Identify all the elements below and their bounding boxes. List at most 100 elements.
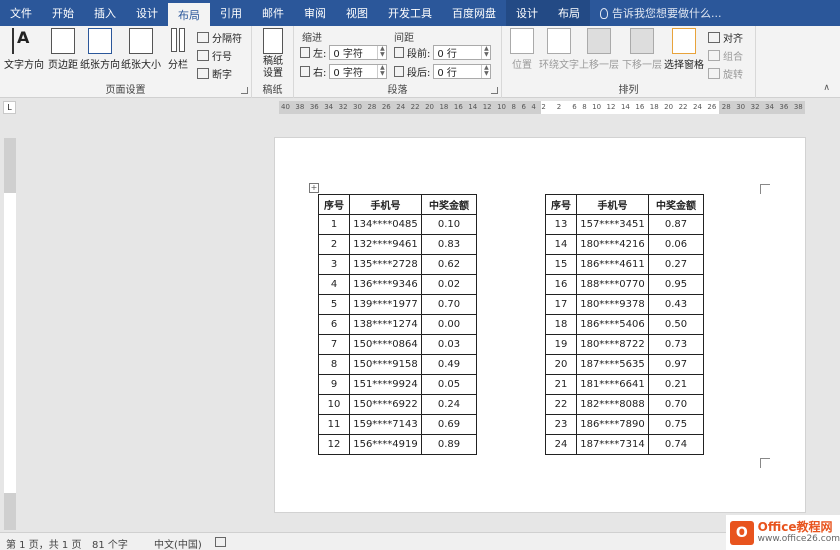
table-cell[interactable]: 180****4216 [576, 234, 649, 255]
table-cell[interactable]: 0.70 [648, 394, 704, 415]
table-cell[interactable]: 188****0770 [576, 274, 649, 295]
column-header[interactable]: 中奖金额 [421, 194, 477, 215]
table-cell[interactable]: 0.49 [421, 354, 477, 375]
indent-right-input[interactable]: 0 字符 ▲ ▼ [329, 64, 388, 79]
spin-arrows-icon[interactable]: ▲ ▼ [481, 65, 490, 78]
table-cell[interactable]: 0.87 [648, 214, 704, 235]
tab-6[interactable]: 邮件 [252, 0, 294, 26]
table-cell[interactable]: 151****9924 [349, 374, 422, 395]
hyphenation-button[interactable]: 断字 [197, 66, 232, 81]
table-cell[interactable]: 0.10 [421, 214, 477, 235]
table-cell[interactable]: 20 [545, 354, 577, 375]
spin-arrows-icon[interactable]: ▲ ▼ [481, 46, 490, 59]
breaks-button[interactable]: 分隔符 [197, 30, 242, 45]
tab-5[interactable]: 引用 [210, 0, 252, 26]
page-count[interactable]: 第 1 页，共 1 页 [6, 536, 81, 550]
table-cell[interactable]: 8 [318, 354, 350, 375]
page-setup-launcher[interactable] [241, 87, 248, 94]
table-cell[interactable]: 18 [545, 314, 577, 335]
bring-forward-button[interactable]: 上移一层 [579, 28, 619, 71]
table-cell[interactable]: 11 [318, 414, 350, 435]
spacing-before-input[interactable]: 0 行 ▲ ▼ [433, 45, 492, 60]
table-cell[interactable]: 12 [318, 434, 350, 455]
table-cell[interactable]: 180****9378 [576, 294, 649, 315]
table-cell[interactable]: 159****7143 [349, 414, 422, 435]
table-cell[interactable]: 24 [545, 434, 577, 455]
columns-button[interactable]: 分栏 [166, 28, 190, 71]
table-cell[interactable]: 187****7314 [576, 434, 649, 455]
table-cell[interactable]: 0.00 [421, 314, 477, 335]
winners-table-1[interactable]: 序号 手机号 中奖金额 1 134****0485 0.10 2 132****9461 0.8… [318, 194, 477, 455]
table-cell[interactable]: 0.70 [421, 294, 477, 315]
table-cell[interactable]: 180****8722 [576, 334, 649, 355]
table-move-handle-icon[interactable]: + [309, 183, 319, 193]
table-cell[interactable]: 0.62 [421, 254, 477, 275]
table-cell[interactable]: 0.97 [648, 354, 704, 375]
table-cell[interactable]: 0.73 [648, 334, 704, 355]
tab-8[interactable]: 视图 [336, 0, 378, 26]
table-cell[interactable]: 186****4611 [576, 254, 649, 275]
column-header[interactable]: 序号 [545, 194, 577, 215]
table-cell[interactable]: 0.05 [421, 374, 477, 395]
table-cell[interactable]: 0.69 [421, 414, 477, 435]
size-button[interactable]: 纸张大小 [121, 28, 161, 71]
table-cell[interactable]: 15 [545, 254, 577, 275]
table-cell[interactable]: 0.95 [648, 274, 704, 295]
table-cell[interactable]: 157****3451 [576, 214, 649, 235]
table-cell[interactable]: 23 [545, 414, 577, 435]
wrap-text-button[interactable]: 环绕文字 [539, 28, 579, 71]
tell-me-search[interactable]: 告诉我您想要做什么... [590, 0, 722, 26]
spin-arrows-icon[interactable]: ▲ ▼ [377, 46, 386, 59]
table-cell[interactable]: 138****1274 [349, 314, 422, 335]
table-cell[interactable]: 132****9461 [349, 234, 422, 255]
table-cell[interactable]: 17 [545, 294, 577, 315]
tab-10[interactable]: 百度网盘 [442, 0, 506, 26]
selection-pane-button[interactable]: 选择窗格 [664, 28, 704, 71]
language-indicator[interactable]: 中文(中国) [154, 536, 202, 550]
table-cell[interactable]: 6 [318, 314, 350, 335]
table-cell[interactable]: 1 [318, 214, 350, 235]
table-cell[interactable]: 0.43 [648, 294, 704, 315]
table-cell[interactable]: 150****0864 [349, 334, 422, 355]
paragraph-launcher[interactable] [491, 87, 498, 94]
tab-3[interactable]: 设计 [126, 0, 168, 26]
table-cell[interactable]: 0.03 [421, 334, 477, 355]
vertical-ruler[interactable] [4, 138, 16, 530]
table-cell[interactable]: 2 [318, 234, 350, 255]
table-cell[interactable]: 21 [545, 374, 577, 395]
table-cell[interactable]: 0.50 [648, 314, 704, 335]
spacing-after-input[interactable]: 0 行 ▲ ▼ [433, 64, 492, 79]
tab-2[interactable]: 插入 [84, 0, 126, 26]
table-cell[interactable]: 0.89 [421, 434, 477, 455]
group-button[interactable]: 组合 [708, 48, 743, 63]
table-cell[interactable]: 156****4919 [349, 434, 422, 455]
table-cell[interactable]: 187****5635 [576, 354, 649, 375]
line-numbers-button[interactable]: 行号 [197, 48, 232, 63]
document-page[interactable]: + 序号 手机号 中奖金额 1 134****0485 0.10 2 132****9461 0… [275, 138, 805, 512]
tab-selector-icon[interactable]: L [3, 101, 16, 114]
spin-arrows-icon[interactable]: ▲ ▼ [377, 65, 386, 78]
table-cell[interactable]: 0.06 [648, 234, 704, 255]
send-backward-button[interactable]: 下移一层 [622, 28, 662, 71]
table-cell[interactable]: 136****9346 [349, 274, 422, 295]
table-cell[interactable]: 0.74 [648, 434, 704, 455]
macro-record-icon[interactable] [215, 537, 226, 547]
table-cell[interactable]: 0.27 [648, 254, 704, 275]
table-cell[interactable]: 0.02 [421, 274, 477, 295]
table-cell[interactable]: 182****8088 [576, 394, 649, 415]
tab-7[interactable]: 审阅 [294, 0, 336, 26]
table-cell[interactable]: 134****0485 [349, 214, 422, 235]
table-cell[interactable]: 7 [318, 334, 350, 355]
table-cell[interactable]: 13 [545, 214, 577, 235]
tab-9[interactable]: 开发工具 [378, 0, 442, 26]
manuscript-button[interactable]: 稿纸设置 [262, 28, 284, 80]
orientation-button[interactable]: 纸张方向 [80, 28, 120, 71]
tab-4[interactable]: 布局 [168, 3, 210, 26]
indent-left-input[interactable]: 0 字符 ▲ ▼ [329, 45, 388, 60]
table-cell[interactable]: 0.83 [421, 234, 477, 255]
table-cell[interactable]: 0.75 [648, 414, 704, 435]
table-cell[interactable]: 14 [545, 234, 577, 255]
word-count[interactable]: 81 个字 [92, 536, 128, 550]
tab-12[interactable]: 布局 [548, 0, 590, 26]
margins-button[interactable]: 页边距 [48, 28, 78, 71]
